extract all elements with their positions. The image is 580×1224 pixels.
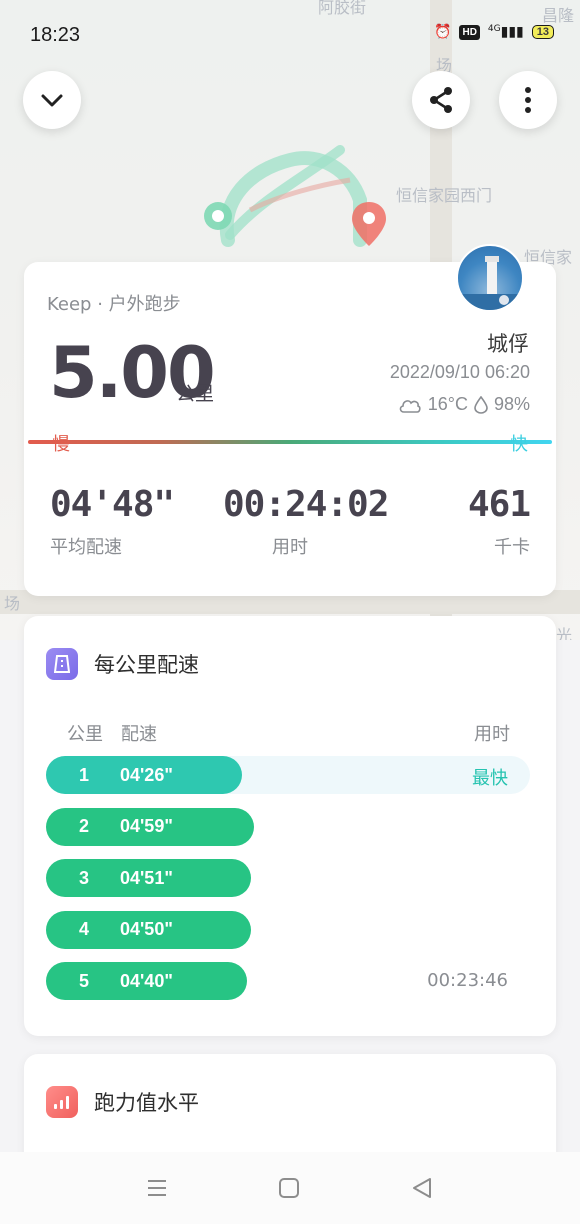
pace-value: 04'40" [120,970,173,991]
pace-km: 1 [79,764,90,785]
pace-km: 4 [79,919,90,939]
pace-icon [46,648,78,680]
humidity: 98% [493,394,530,414]
pace-km: 3 [79,867,90,888]
sport-type: Keep · 户外跑步 [47,294,181,315]
speed-gradient-bar [28,440,552,444]
battery-indicator: 13 [531,25,554,39]
pace-bar: 3 04'51" [46,859,251,897]
temperature: 16°C [427,394,468,414]
cloud-icon [399,399,421,413]
back-triangle-icon[interactable] [410,1176,434,1200]
calories-stat: 461 千卡 [467,484,531,559]
pace-bar: 4 04'50" [46,910,251,949]
user-name: 城俘 [487,332,529,356]
slow-label: 慢 [52,434,70,455]
run-datetime: 2022/09/10 06:20 [389,362,530,382]
home-square-icon[interactable] [278,1177,300,1199]
system-nav-bar [0,1152,580,1224]
status-icons: ⏰ HD 4G▮▮▮ 13 [434,24,554,40]
duration-stat: 00:24:02 用时 [223,484,389,559]
hd-badge: HD [459,24,480,40]
speed-legend: 慢 快 [0,428,580,458]
duration-value: 00:24:02 [223,484,389,525]
humidity-drop-icon [474,395,488,414]
collapse-button[interactable] [23,71,81,129]
pace-card-title: 每公里配速 [94,653,199,677]
pace-bar: 1 04'26" [46,756,242,794]
pace-value: 04'50" [120,919,173,939]
weather-row: 16°C 98% [398,394,530,415]
col-time: 用时 [474,724,510,745]
pace-value: 04'51" [120,867,173,888]
pace-km: 2 [79,816,90,836]
calories-label: 千卡 [494,537,530,558]
pace-bar: 2 04'59" [46,807,254,846]
pace-row: 4 04'50" [46,910,530,949]
avg-pace-stat: 04'48" 平均配速 [50,484,175,559]
status-time: 18:23 [30,24,81,46]
avg-pace-label: 平均配速 [50,537,122,558]
chevron-down-icon [41,94,63,107]
calories-value: 461 [467,484,531,525]
map-label: 恒信家园西门 [396,186,493,205]
alarm-icon: ⏰ [434,24,452,40]
menu-icon[interactable] [146,1178,168,1198]
more-vertical-icon [525,87,531,113]
bar-chart-icon [46,1086,78,1118]
summary-card: Keep · 户外跑步 5.00 公里 城俘 2022/09/10 06:20 … [24,244,556,596]
pace-per-km-card: 每公里配速 公里 配速 用时 1 04'26" 最快 2 04'59" 3 04'51" 4 0… [24,616,556,1036]
lighthouse-image [458,256,522,310]
map-label: 场 [4,594,21,613]
pace-row: 2 04'59" [46,807,530,846]
pace-row: 5 04'40" 00:23:46 [46,962,530,1000]
col-pace: 配速 [121,724,157,745]
pace-km: 5 [79,970,90,991]
distance-unit: 公里 [176,383,215,405]
run-level-header: 跑力值水平 [46,1086,199,1118]
pace-value: 04'59" [120,816,173,836]
fast-label: 快 [510,434,528,455]
signal-icon: 4G▮▮▮ [487,24,524,40]
pace-value: 04'26" [120,764,173,785]
cumulative-time: 00:23:46 [427,970,508,991]
network-type: 4G [487,24,501,34]
share-button[interactable] [412,71,470,129]
pace-list: 1 04'26" 最快 2 04'59" 3 04'51" 4 04'50" 5 04'40" 00:… [46,756,530,1014]
end-pin-icon [352,202,386,246]
pace-bar: 5 04'40" [46,962,247,1000]
more-button[interactable] [499,71,557,129]
status-bar: 18:23 ⏰ HD 4G▮▮▮ 13 [0,0,580,70]
pace-row: 3 04'51" [46,859,530,897]
avatar[interactable] [456,244,524,312]
pace-row: 1 04'26" 最快 [46,756,530,794]
share-icon [430,87,452,113]
fastest-badge: 最快 [472,768,508,789]
run-level-title: 跑力值水平 [94,1091,199,1115]
duration-label: 用时 [272,537,308,558]
map-label: 光伏 [556,626,573,640]
col-km: 公里 [67,724,103,745]
pace-card-header: 每公里配速 [46,648,199,680]
avg-pace-value: 04'48" [50,484,175,525]
